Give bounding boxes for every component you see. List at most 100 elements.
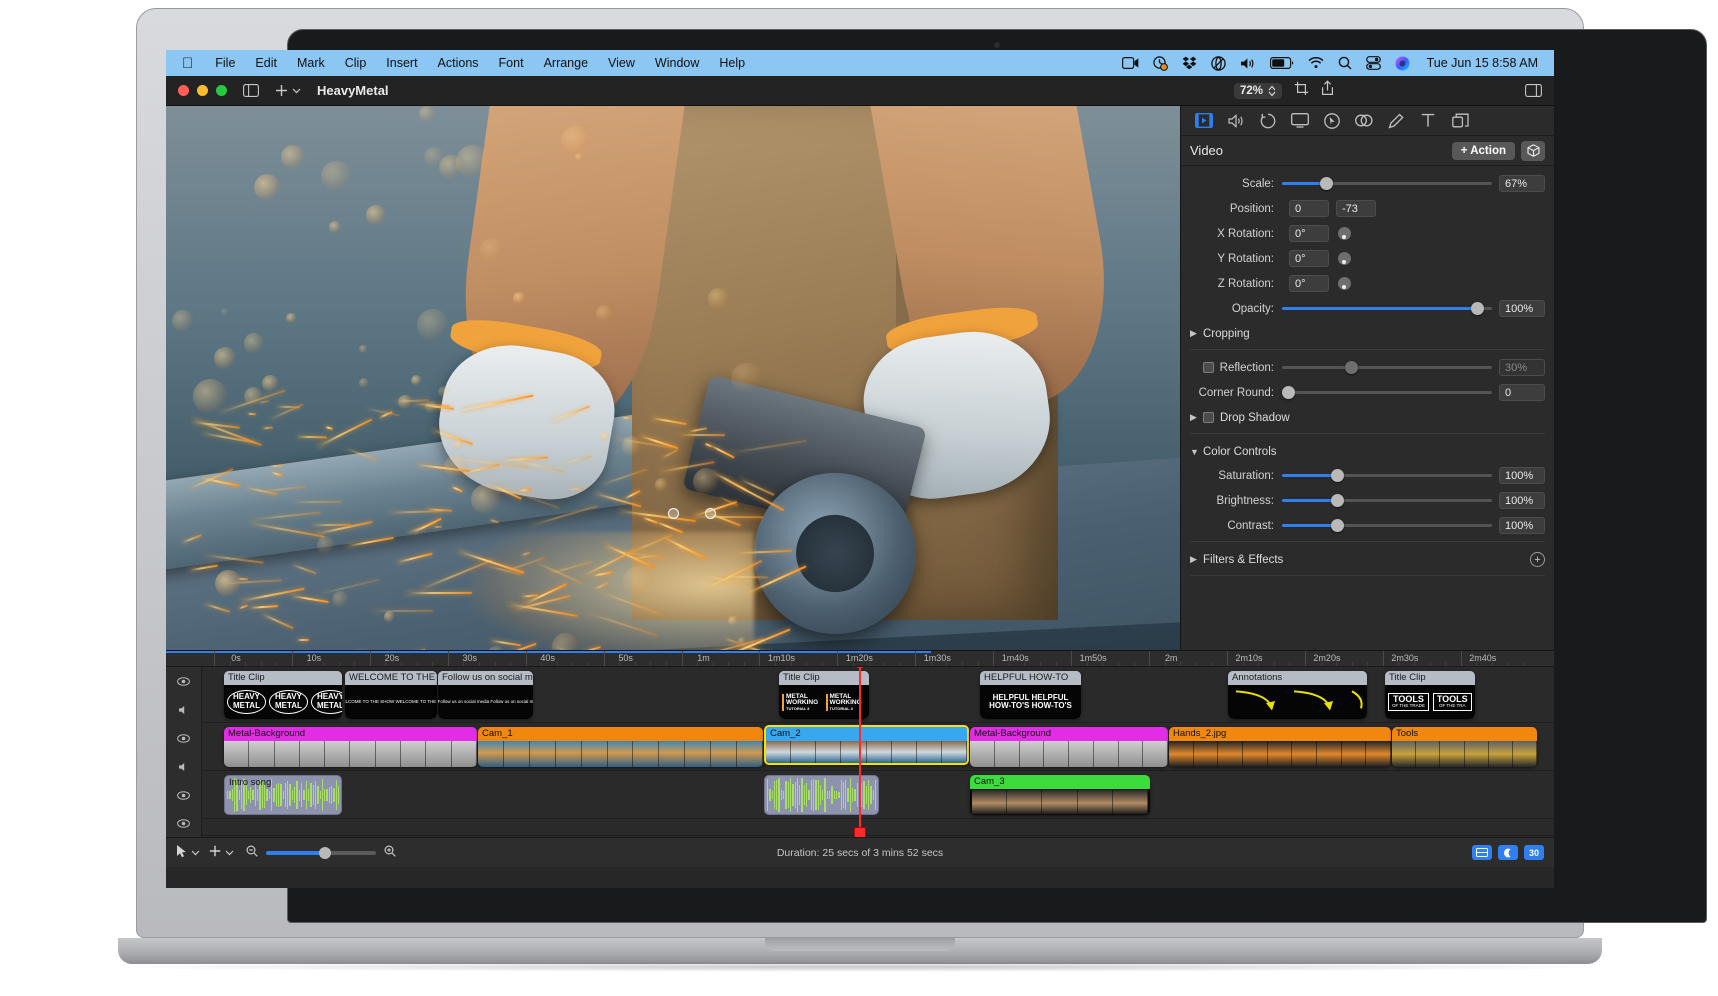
creative-cloud-icon[interactable] [1211,56,1226,71]
menu-view[interactable]: View [598,56,645,70]
chroma-button[interactable] [1498,845,1518,860]
tab-text[interactable] [1413,109,1443,133]
timeline-clip[interactable]: Title ClipHEAVYMETALHEAVYMETALHEAVYMETAL [224,671,342,719]
x-rotation-field[interactable]: 0° [1289,225,1329,242]
timeline-clip[interactable]: HELPFUL HOW-TOHELPFUL HELPFULHOW-TO'S HO… [980,671,1081,719]
inspector-toggle-button[interactable] [1525,84,1542,97]
menu-insert[interactable]: Insert [376,56,427,70]
timeline-clip[interactable]: Metal-Background [224,727,477,767]
add-filter-button[interactable]: + [1530,552,1545,567]
sidebar-toggle-button[interactable] [243,84,259,97]
track2-audio-icon[interactable] [178,762,189,772]
y-rotation-field[interactable]: 0° [1289,250,1329,267]
tab-touch-callout[interactable] [1349,109,1379,133]
corner-round-slider[interactable] [1282,386,1492,400]
tab-video[interactable] [1189,109,1219,133]
track3-visibility-icon[interactable] [177,791,190,800]
wifi-icon[interactable] [1308,57,1324,69]
reflection-value[interactable]: 30% [1499,359,1545,376]
timeline-clip[interactable]: Metal-Background [970,727,1168,767]
menu-window[interactable]: Window [645,56,709,70]
playhead[interactable] [859,667,861,837]
timeline-clip[interactable]: Tools [1392,727,1537,767]
letterbox-button[interactable] [1472,845,1492,860]
menubar-clock[interactable]: Tue Jun 15 8:58 AM [1427,56,1538,70]
timeline-ruler[interactable]: 0s10s20s30s40s50s1m1m10s1m20s1m30s1m40s1… [166,651,1554,667]
color-controls-section[interactable]: ▼ Color Controls [1190,441,1545,462]
frame-rate-button[interactable]: 30 [1524,845,1544,860]
contrast-value[interactable]: 100% [1499,517,1545,534]
corner-round-value[interactable]: 0 [1499,384,1545,401]
reflection-slider[interactable] [1282,361,1492,375]
saturation-value[interactable]: 100% [1499,467,1545,484]
track1-visibility-icon[interactable] [177,677,190,686]
filters-effects-section[interactable]: ▶ Filters & Effects + [1190,549,1545,570]
drop-shadow-section[interactable]: ▶ Drop Shadow [1190,407,1545,428]
timeline-clip[interactable]: Follow us on social mFollow us on social… [438,671,533,719]
menu-file[interactable]: File [205,56,245,70]
cropping-section[interactable]: ▶ Cropping [1190,323,1545,344]
x-rotation-dial[interactable] [1338,227,1351,240]
timeline-clip[interactable]: Cam_1 [478,727,763,767]
window-controls[interactable] [178,85,227,96]
menu-arrange[interactable]: Arrange [534,56,598,70]
timeline-clip[interactable]: Cam_3 [970,775,1150,815]
brightness-value[interactable]: 100% [1499,492,1545,509]
menu-edit[interactable]: Edit [245,56,287,70]
z-rotation-dial[interactable] [1338,277,1351,290]
crop-button[interactable] [1294,81,1309,101]
saturation-slider[interactable] [1282,469,1492,483]
menu-font[interactable]: Font [489,56,534,70]
screen-record-icon[interactable] [1122,57,1139,69]
menu-help[interactable]: Help [709,56,755,70]
menu-actions[interactable]: Actions [428,56,489,70]
battery-icon[interactable] [1270,57,1294,69]
tab-annotations[interactable] [1381,109,1411,133]
timeline-clip[interactable]: Annotations [1228,671,1367,719]
timeline-clip[interactable] [764,775,879,815]
scale-value[interactable]: 67% [1499,175,1545,192]
timeline-clip[interactable]: Title Clip TOOLSOF THE TRADE TOOLSOF THE… [1385,671,1475,719]
timeline-clip[interactable]: Intro song [224,775,342,815]
timeline-tracks[interactable]: Title ClipHEAVYMETALHEAVYMETALHEAVYMETAL… [166,667,1554,837]
close-button[interactable] [178,85,189,96]
apple-menu-icon[interactable]:  [182,56,193,71]
track1-audio-icon[interactable] [178,705,189,715]
add-action-button[interactable]: + Action [1452,142,1515,160]
tab-video-motion[interactable] [1253,109,1283,133]
tab-screen-recording[interactable] [1285,109,1315,133]
tab-audio[interactable] [1221,109,1251,133]
timeline-clip[interactable]: Title ClipMETAL WORKINGTUTORIAL 3METAL W… [779,671,869,719]
contrast-slider[interactable] [1282,519,1492,533]
volume-icon[interactable] [1240,57,1256,70]
z-rotation-field[interactable]: 0° [1289,275,1329,292]
add-track-button[interactable] [209,845,221,860]
dropbox-icon[interactable] [1182,56,1197,70]
tab-media[interactable] [1445,109,1475,133]
tab-callout[interactable] [1317,109,1347,133]
menu-clip[interactable]: Clip [335,56,377,70]
zoom-stepper[interactable]: 72% [1234,83,1282,99]
siri-icon[interactable] [1395,56,1410,71]
timeline-clip[interactable]: WELCOME TO THEWELCOME TO THE SHOW WELCOM… [345,671,437,719]
zoom-in-icon[interactable] [384,845,396,860]
opacity-slider[interactable] [1282,302,1492,316]
maximize-button[interactable] [216,85,227,96]
position-y-field[interactable]: -73 [1336,200,1376,217]
position-x-field[interactable]: 0 [1289,200,1329,217]
zoom-out-icon[interactable] [246,845,258,860]
scale-slider[interactable] [1282,177,1492,191]
brightness-slider[interactable] [1282,494,1492,508]
control-center-icon[interactable] [1366,56,1381,70]
add-button[interactable] [275,84,301,97]
time-machine-icon[interactable] [1153,56,1168,71]
pointer-tool[interactable] [176,844,187,861]
opacity-value[interactable]: 100% [1499,300,1545,317]
reflection-checkbox[interactable] [1203,362,1214,373]
timeline-zoom-slider[interactable] [266,851,376,855]
playhead-foot[interactable] [854,827,866,837]
track2-visibility-icon[interactable] [177,734,190,743]
3d-cube-icon[interactable] [1521,141,1545,161]
share-button[interactable] [1321,80,1334,101]
spotlight-icon[interactable] [1338,56,1352,70]
